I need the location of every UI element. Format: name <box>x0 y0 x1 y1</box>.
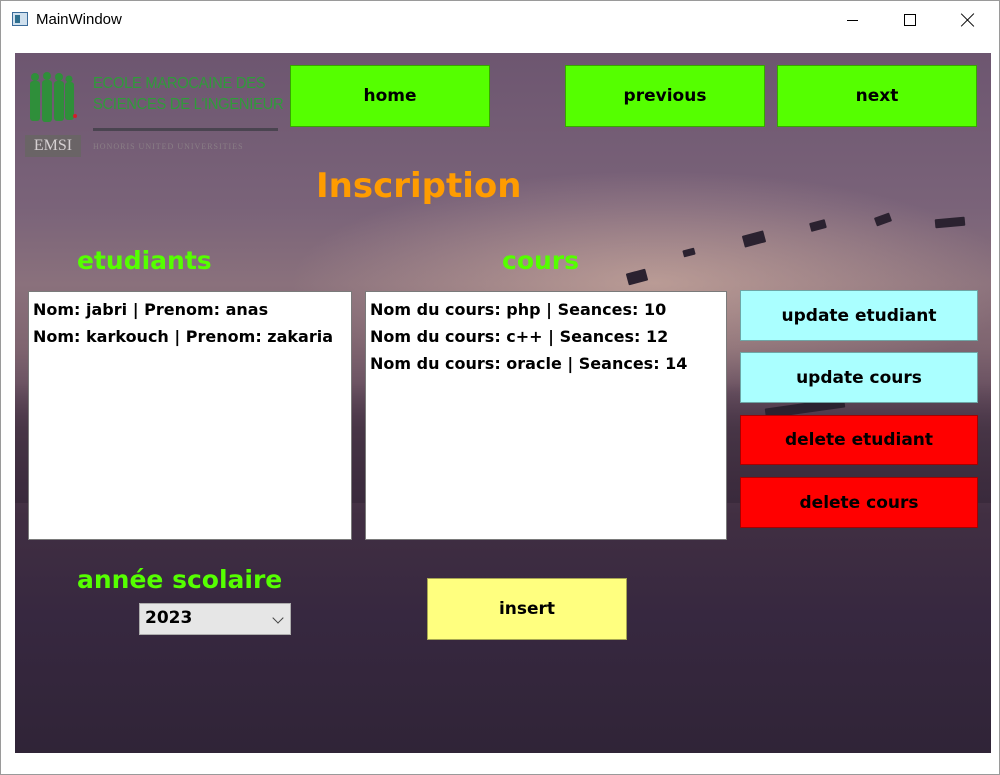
etudiants-label: etudiants <box>77 246 212 275</box>
logo-line-2: SCIENCES DE L'INGENIEUR <box>93 96 284 113</box>
annee-scolaire-label: année scolaire <box>77 565 283 594</box>
cours-label: cours <box>502 246 580 275</box>
update-cours-button[interactable]: update cours <box>740 352 978 403</box>
graduates-silhouette-icon <box>30 72 77 122</box>
list-item[interactable]: Nom du cours: php | Seances: 10 <box>370 296 722 323</box>
maximize-icon <box>904 14 916 26</box>
emsi-logo: ECOLE MAROCAINE DES SCIENCES DE L'INGENI… <box>25 69 295 159</box>
chevron-down-icon <box>272 612 284 624</box>
close-button[interactable] <box>939 1 997 39</box>
home-button[interactable]: home <box>290 65 490 127</box>
annee-scolaire-value: 2023 <box>145 608 193 628</box>
previous-button[interactable]: previous <box>565 65 765 127</box>
main-content: ECOLE MAROCAINE DES SCIENCES DE L'INGENI… <box>15 53 991 753</box>
minimize-button[interactable] <box>823 1 881 39</box>
delete-etudiant-button[interactable]: delete etudiant <box>740 415 978 465</box>
logo-line-1: ECOLE MAROCAINE DES <box>93 75 266 92</box>
next-button[interactable]: next <box>777 65 977 127</box>
cours-list[interactable]: Nom du cours: php | Seances: 10 Nom du c… <box>365 291 727 540</box>
logo-badge: EMSI <box>25 135 81 157</box>
list-item[interactable]: Nom: jabri | Prenom: anas <box>33 296 347 323</box>
list-item[interactable]: Nom du cours: c++ | Seances: 12 <box>370 323 722 350</box>
etudiants-list[interactable]: Nom: jabri | Prenom: anas Nom: karkouch … <box>28 291 352 540</box>
app-window-icon <box>12 12 28 26</box>
update-etudiant-button[interactable]: update etudiant <box>740 290 978 341</box>
page-title: Inscription <box>316 166 522 206</box>
window-title: MainWindow <box>36 11 122 28</box>
logo-tagline: HONORIS UNITED UNIVERSITIES <box>93 142 244 151</box>
close-icon <box>961 13 975 27</box>
title-bar[interactable]: MainWindow <box>1 1 999 39</box>
logo-divider <box>93 128 278 131</box>
list-item[interactable]: Nom du cours: oracle | Seances: 14 <box>370 350 722 377</box>
minimize-icon <box>846 19 858 21</box>
annee-scolaire-select[interactable]: 2023 <box>139 603 291 635</box>
insert-button[interactable]: insert <box>427 578 627 640</box>
delete-cours-button[interactable]: delete cours <box>740 477 978 528</box>
main-window: MainWindow ECOLE MAROCAINE DES SCIENCES … <box>0 0 1000 775</box>
list-item[interactable]: Nom: karkouch | Prenom: zakaria <box>33 323 347 350</box>
maximize-button[interactable] <box>881 1 939 39</box>
